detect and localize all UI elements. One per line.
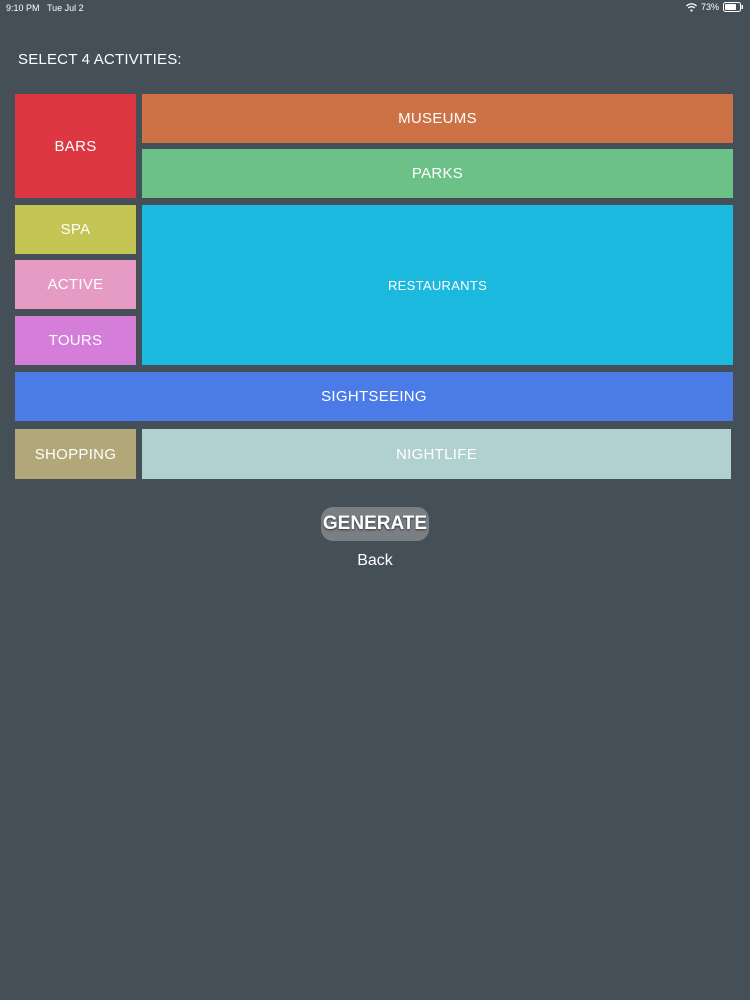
- activity-tile-active[interactable]: ACTIVE: [15, 260, 136, 309]
- wifi-icon: [686, 2, 697, 12]
- activity-tile-parks[interactable]: PARKS: [142, 149, 733, 198]
- activity-tile-nightlife[interactable]: NIGHTLIFE: [142, 429, 731, 479]
- activity-tile-shopping[interactable]: SHOPPING: [15, 429, 136, 479]
- battery-percentage: 73%: [700, 2, 719, 12]
- activity-tile-spa[interactable]: SPA: [15, 205, 136, 254]
- battery-icon: [723, 2, 744, 12]
- activity-tile-restaurants[interactable]: RESTAURANTS: [142, 205, 733, 365]
- status-bar: 9:10 PM Tue Jul 2 73%: [0, 0, 750, 16]
- status-indicators: 73%: [686, 2, 744, 12]
- activity-tile-tours[interactable]: TOURS: [15, 316, 136, 365]
- activity-tile-museums[interactable]: MUSEUMS: [142, 94, 733, 143]
- activity-tile-bars[interactable]: BARS: [15, 94, 136, 198]
- status-date: Tue Jul 2: [47, 3, 84, 13]
- generate-button[interactable]: GENERATE: [321, 507, 429, 541]
- page-title: SELECT 4 ACTIVITIES:: [18, 51, 182, 68]
- activity-tile-sightseeing[interactable]: SIGHTSEEING: [15, 372, 733, 421]
- back-button[interactable]: Back: [0, 552, 750, 570]
- status-time: 9:10 PM: [6, 3, 40, 13]
